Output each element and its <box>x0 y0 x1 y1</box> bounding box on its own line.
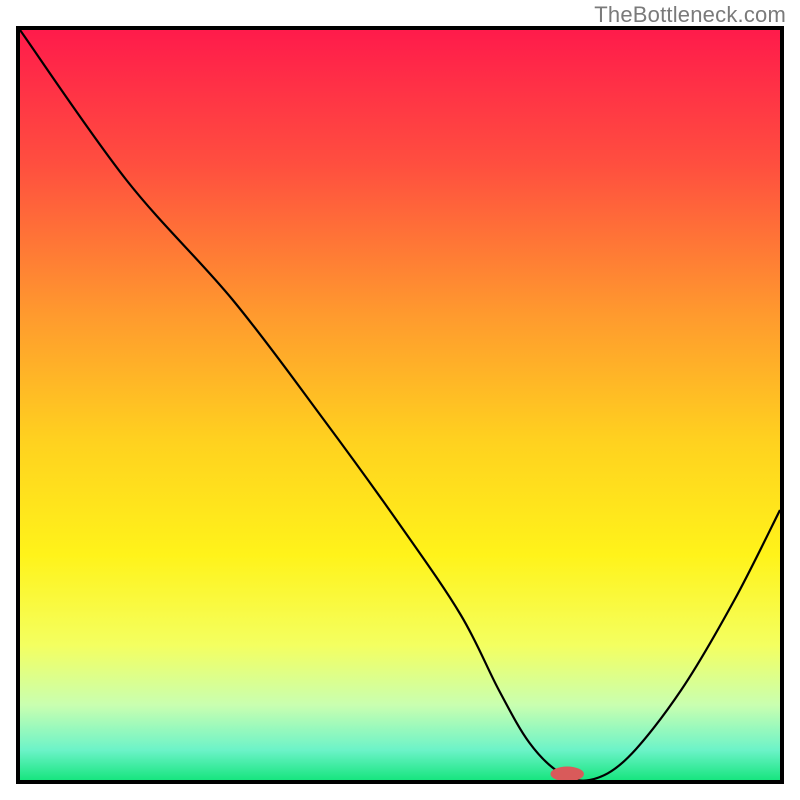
chart-frame <box>16 26 784 784</box>
plot-area <box>20 30 780 780</box>
chart-svg <box>20 30 780 780</box>
gradient-background <box>20 30 780 780</box>
chart-container: TheBottleneck.com <box>0 0 800 800</box>
watermark-text: TheBottleneck.com <box>594 2 786 28</box>
